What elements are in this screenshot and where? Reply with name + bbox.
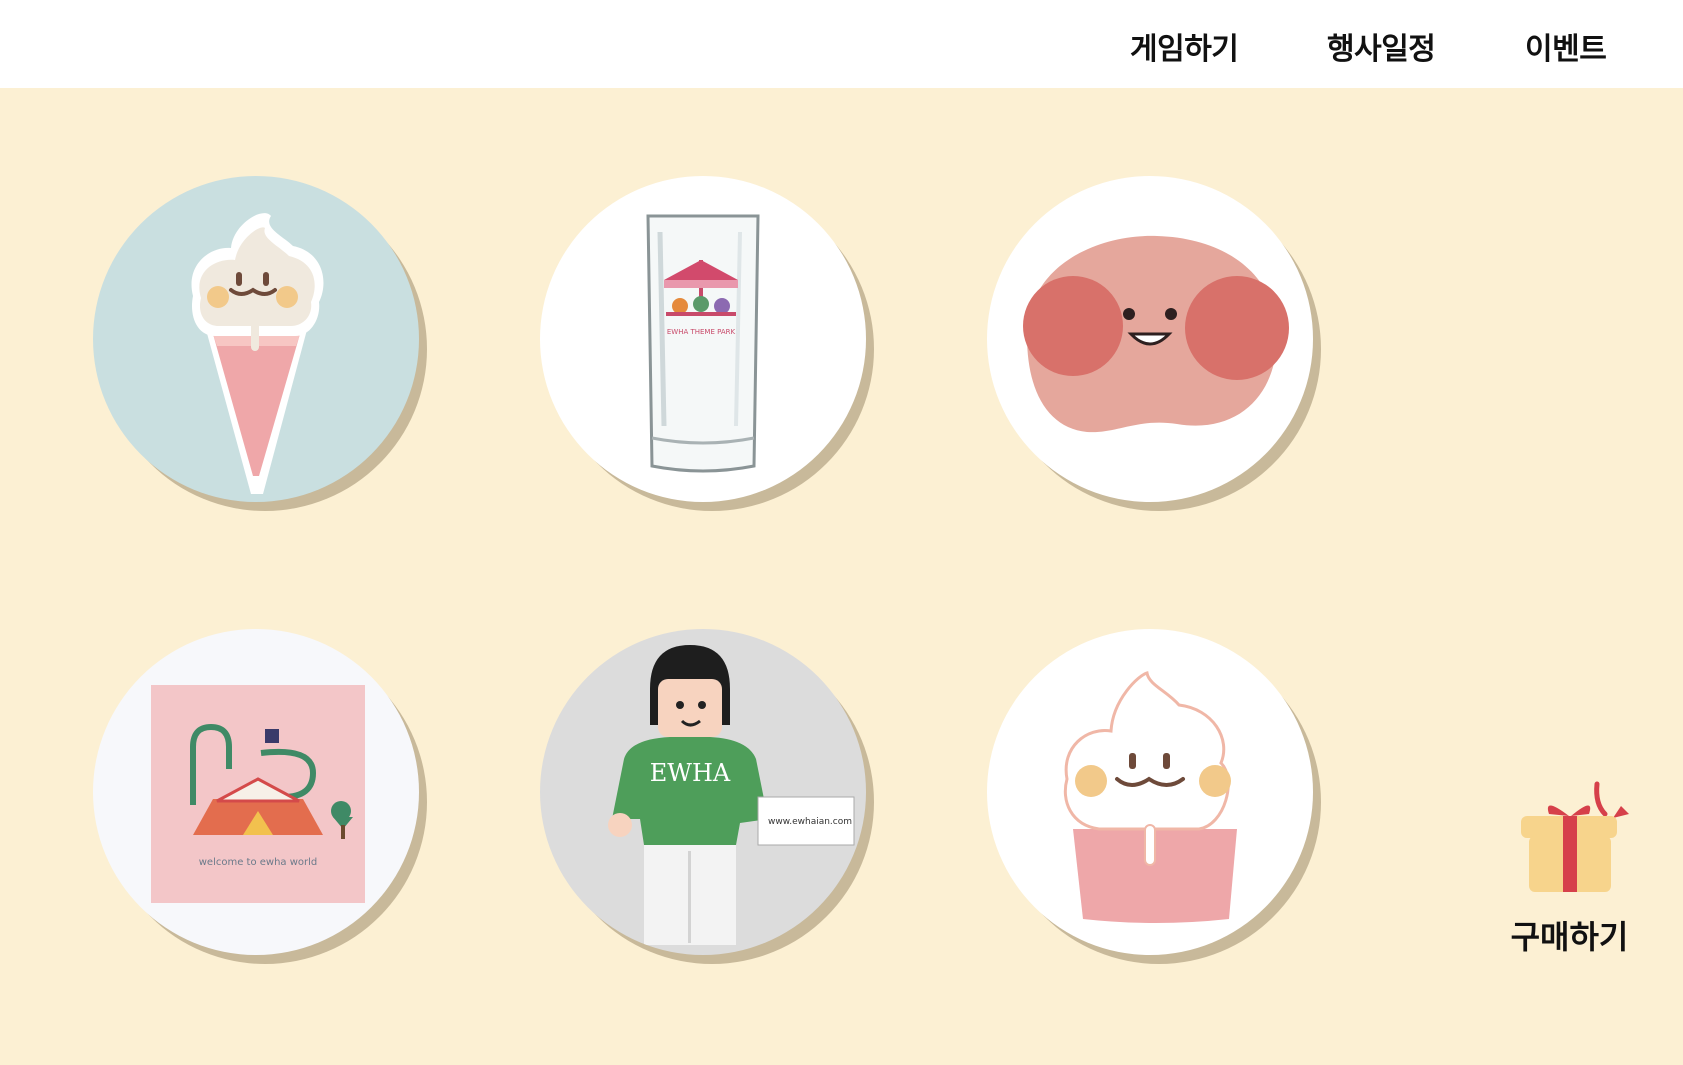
top-nav: 게임하기 행사일정 이벤트 [0,0,1683,88]
cloth-caption: welcome to ewha world [199,857,318,868]
ewha-world-cloth-icon: welcome to ewha world [151,685,365,903]
product-ewha-figure[interactable]: EWHA www.ewhaian.com [540,629,866,955]
buy-label: 구매하기 [1510,918,1629,956]
nav-event[interactable]: 이벤트 [1525,24,1607,68]
product-ice-cream-cup[interactable] [987,629,1313,955]
nav-game[interactable]: 게임하기 [1130,24,1239,68]
buy-button[interactable]: 구매하기 [1497,774,1642,956]
ewha-figure-icon: EWHA www.ewhaian.com [608,645,855,945]
ice-cream-cone-icon [191,213,324,494]
glass-cup-icon: EWHA THEME PARK [646,214,760,473]
product-peach-sticker[interactable] [987,176,1313,502]
figure-card-text: www.ewhaian.com [768,817,852,827]
ice-cream-cup-icon [1063,671,1237,923]
nav-schedule[interactable]: 행사일정 [1327,24,1436,68]
peach-face-icon [1023,235,1289,433]
glass-print: EWHA THEME PARK [667,328,736,336]
product-ice-cream-cone[interactable] [93,176,419,502]
gift-box-icon [1521,781,1629,892]
product-cleaning-cloth[interactable]: welcome to ewha world [93,629,419,955]
figure-shirt-text: EWHA [650,759,731,787]
product-glass-cup[interactable]: EWHA THEME PARK [540,176,866,502]
